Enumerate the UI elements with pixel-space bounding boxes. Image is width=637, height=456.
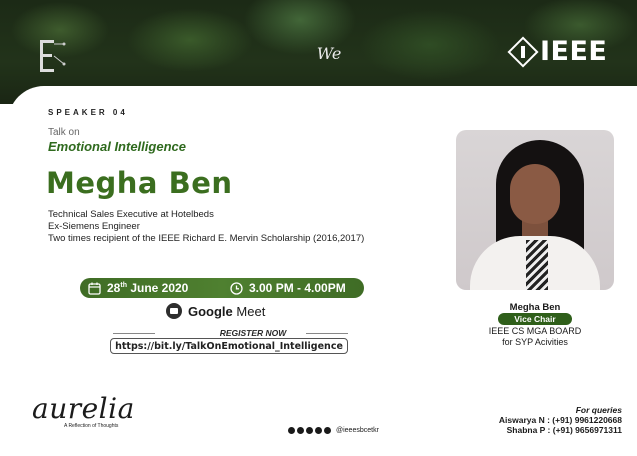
google-meet-icon [166,303,182,319]
role-badge: Vice Chair [498,313,572,325]
wie-logo-text: We [316,44,342,63]
event-time: 3.00 PM - 4.00PM [210,281,346,295]
aurelia-logo: aurelia A Reflection of Thoughts [32,392,135,429]
event-datetime-bar: 28th June 2020 3.00 PM - 4.00PM [80,278,364,298]
register-link[interactable]: https://bit.ly/TalkOnEmotional_Intellige… [110,338,348,354]
bio-line: Two times recipient of the IEEE Richard … [48,233,365,244]
wie-logo: We [305,30,353,74]
date-suffix: th [120,282,127,289]
divider [113,333,155,334]
event-date: 28th June 2020 [80,281,210,295]
linkedin-icon[interactable] [306,427,313,434]
instagram-icon[interactable] [297,427,304,434]
aurelia-brand: aurelia [32,392,135,425]
speaker-name: Megha Ben [46,166,233,200]
talk-prefix: Talk on [48,127,80,138]
contact-line: Shabna P : (+91) 9656971311 [506,425,622,435]
calendar-icon [88,282,101,295]
divider [306,333,348,334]
org-line: for SYP Acivities [502,337,568,347]
social-links: @ieeesbcetkr [288,427,379,434]
speaker-bio: Technical Sales Executive at Hotelbeds E… [48,209,364,245]
meeting-platform: Google Meet [166,303,265,319]
speaker-number: SPEAKER 04 [48,108,128,117]
ieee-logo: IEEE [507,35,608,68]
queries-contact: For queries Aiswarya N : (+91) 996122066… [470,405,622,435]
queries-title: For queries [575,405,622,415]
platform-rest: Meet [236,303,266,319]
org-line: IEEE CS MGA BOARD [488,326,582,336]
youtube-icon[interactable] [324,427,331,434]
social-handle[interactable]: @ieeesbcetkr [336,427,379,434]
date-rest: June 2020 [130,281,189,295]
photo-caption-name: Megha Ben [509,302,561,313]
date-day: 28 [107,281,121,295]
time-text: 3.00 PM - 4.00PM [249,281,346,295]
clock-icon [230,281,243,295]
contact-line: Aiswarya N : (+91) 9961220668 [498,415,622,425]
bio-line: Technical Sales Executive at Hotelbeds [48,209,214,220]
ieee-logo-text: IEEE [540,36,608,67]
ieee-diamond-icon [507,35,539,68]
speaker-photo [456,130,614,290]
talk-title: Emotional Intelligence [48,139,186,154]
facebook-icon[interactable] [288,427,295,434]
content-panel-curve [8,86,637,126]
platform-bold: Google [188,303,233,319]
branch-logo-icon [34,36,66,76]
twitter-icon[interactable] [315,427,322,434]
photo-caption-org: IEEE CS MGA BOARD for SYP Acivities [456,326,614,348]
bio-line: Ex-Siemens Engineer [48,221,140,232]
